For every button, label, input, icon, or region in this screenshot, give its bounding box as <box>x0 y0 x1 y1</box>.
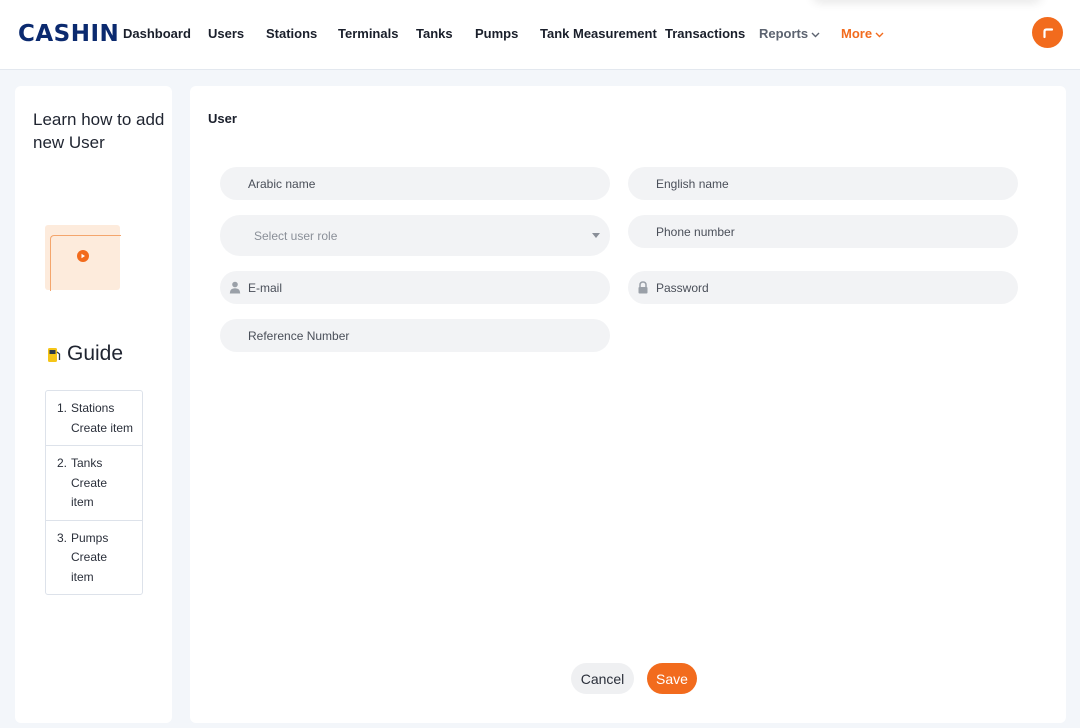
nav-reports[interactable]: Reports <box>759 26 820 42</box>
step-number: 2. <box>57 456 68 470</box>
step-title: Pumps <box>71 530 109 545</box>
guide-heading: Guide <box>47 342 123 366</box>
arabic-name-field[interactable] <box>220 167 610 200</box>
guide-step-stations[interactable]: 1. Stations Create item <box>46 391 142 446</box>
password-field[interactable] <box>628 271 1018 304</box>
step-text: Stations Create item <box>71 399 136 438</box>
cashin-c-logo-icon <box>1042 27 1053 38</box>
guide-steps-list: 1. Stations Create item 2. Tanks Create it… <box>45 390 143 595</box>
step-title: Stations <box>71 401 115 415</box>
learn-title: Learn how to add new User <box>33 110 165 152</box>
chevron-down-icon <box>811 32 820 38</box>
top-navigation-bar: CASHIN Dashboard Users Stations Terminal… <box>0 0 1080 70</box>
user-icon <box>229 281 241 294</box>
tutorial-video-thumbnail[interactable] <box>45 225 121 291</box>
guide-panel: Learn how to add new User Guide 1. Stati… <box>15 86 172 723</box>
step-action: Create item <box>71 550 108 584</box>
reference-number-field[interactable] <box>220 319 610 352</box>
step-title: Tanks <box>71 456 103 470</box>
phone-number-input[interactable] <box>656 215 986 248</box>
user-avatar-button[interactable] <box>1032 17 1063 48</box>
user-role-placeholder: Select user role <box>254 229 338 243</box>
cashin-logo[interactable]: CASHIN <box>18 21 119 47</box>
reference-number-input[interactable] <box>248 319 578 352</box>
nav-users[interactable]: Users <box>208 26 244 42</box>
play-triangle <box>81 253 85 259</box>
nav-transactions[interactable]: Transactions <box>665 26 745 42</box>
lock-icon <box>638 281 648 294</box>
nav-reports-label: Reports <box>759 26 809 41</box>
email-field[interactable] <box>220 271 610 304</box>
nav-tanks[interactable]: Tanks <box>416 26 453 42</box>
fuel-pump-icon <box>48 347 61 362</box>
english-name-field[interactable] <box>628 167 1018 200</box>
nav-dashboard[interactable]: Dashboard <box>123 26 191 42</box>
step-number: 3. <box>57 530 68 545</box>
user-role-select[interactable]: Select user role <box>220 215 610 256</box>
chevron-down-icon <box>875 32 884 38</box>
caret-down-icon <box>592 233 600 238</box>
guide-step-pumps[interactable]: 3. Pumps Create item <box>46 521 142 595</box>
save-button[interactable]: Save <box>647 663 697 694</box>
email-input[interactable] <box>248 271 578 304</box>
play-icon[interactable] <box>77 250 89 262</box>
step-text: Tanks Create item <box>71 454 123 513</box>
arabic-name-input[interactable] <box>248 167 578 200</box>
nav-tank-measurement[interactable]: Tank Measurement <box>540 26 657 42</box>
nav-pumps[interactable]: Pumps <box>475 26 518 42</box>
nav-terminals[interactable]: Terminals <box>338 26 398 42</box>
nav-more[interactable]: More <box>841 26 884 42</box>
phone-number-field[interactable] <box>628 215 1018 248</box>
step-text: Pumps Create item <box>71 529 123 588</box>
guide-step-tanks[interactable]: 2. Tanks Create item <box>46 446 142 521</box>
step-action: Create item <box>71 420 134 435</box>
form-title: User <box>208 111 237 126</box>
nav-more-label: More <box>841 26 873 41</box>
user-form-panel: User Select user role Cancel Save <box>190 86 1066 723</box>
step-action: Create item <box>71 475 108 510</box>
nav-stations[interactable]: Stations <box>266 26 317 42</box>
cancel-button[interactable]: Cancel <box>571 663 634 694</box>
step-number: 1. <box>57 401 68 415</box>
video-frame <box>50 235 121 291</box>
guide-heading-text: Guide <box>67 342 124 365</box>
password-input[interactable] <box>656 271 986 304</box>
english-name-input[interactable] <box>656 167 986 200</box>
